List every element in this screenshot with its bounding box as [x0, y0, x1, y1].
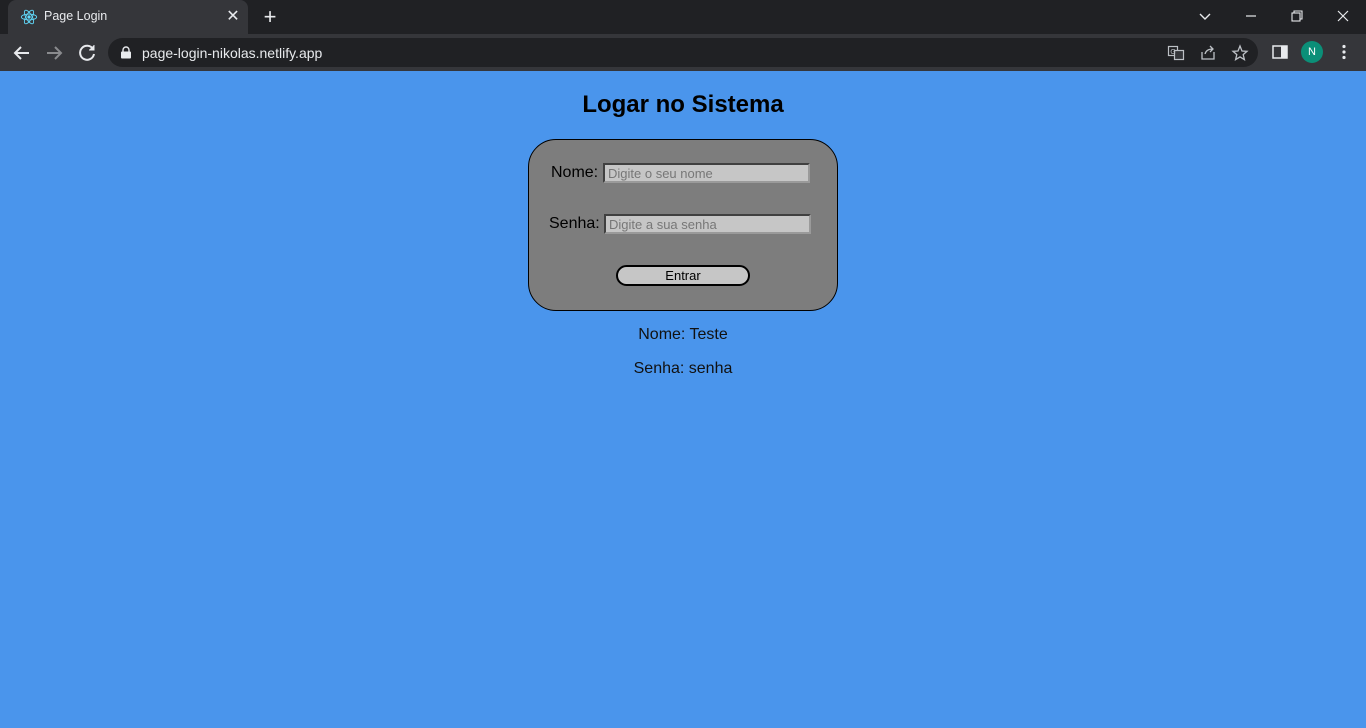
url-text[interactable]: page-login-nikolas.netlify.app [142, 45, 322, 61]
tab-title: Page Login [44, 9, 108, 23]
forward-arrow-icon[interactable] [41, 40, 67, 66]
close-window-icon[interactable] [1320, 0, 1366, 32]
svg-text:G: G [1170, 48, 1175, 56]
name-label: Nome: [551, 164, 599, 181]
back-arrow-icon[interactable] [9, 40, 35, 66]
close-tab-icon[interactable]: ✕ [224, 8, 242, 26]
output-password: Senha: senha [633, 360, 733, 377]
share-icon[interactable] [1199, 44, 1217, 62]
reload-icon[interactable] [74, 40, 100, 66]
translate-icon[interactable]: G [1167, 44, 1185, 62]
side-panel-icon[interactable] [1271, 43, 1289, 61]
address-bar[interactable]: page-login-nikolas.netlify.app G [108, 38, 1258, 67]
restore-icon[interactable] [1274, 0, 1320, 32]
browser-chrome: Page Login ✕ + page-login-nikolas.netlif… [0, 0, 1366, 71]
browser-tab[interactable]: Page Login ✕ [8, 0, 248, 34]
password-label: Senha: [549, 215, 600, 232]
output-name: Nome: Teste [638, 326, 728, 343]
password-input[interactable] [604, 214, 811, 234]
menu-dots-icon[interactable] [1335, 43, 1353, 61]
name-input[interactable] [603, 163, 810, 183]
bookmark-star-icon[interactable] [1231, 44, 1249, 62]
page-title: Logar no Sistema [582, 91, 784, 118]
profile-avatar[interactable]: N [1301, 41, 1323, 63]
login-form: Nome: Senha: Entrar [528, 139, 838, 311]
tab-strip: Page Login ✕ + [0, 0, 1366, 34]
minimize-icon[interactable] [1228, 0, 1274, 32]
tab-search-icon[interactable] [1182, 0, 1228, 32]
browser-toolbar: page-login-nikolas.netlify.app G N [0, 34, 1366, 71]
react-logo-icon [20, 9, 38, 25]
new-tab-icon[interactable]: + [259, 6, 281, 28]
lock-icon[interactable] [120, 46, 132, 59]
submit-button[interactable]: Entrar [616, 265, 750, 286]
